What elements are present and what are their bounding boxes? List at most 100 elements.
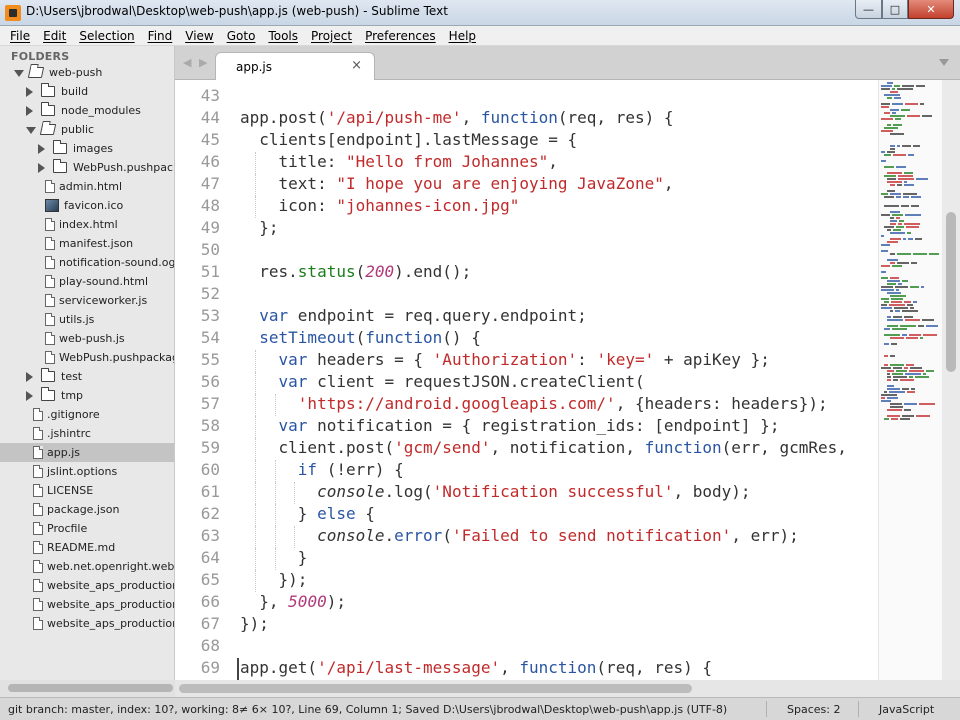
minimap-line	[884, 364, 888, 366]
sidebar-item-build[interactable]: build	[0, 82, 174, 101]
sidebar-item-webpush-pushpackage[interactable]: WebPush.pushpackage	[0, 158, 174, 177]
sidebar-item-node-modules[interactable]: node_modules	[0, 101, 174, 120]
minimap-line	[881, 271, 886, 273]
vertical-scroll-thumb[interactable]	[946, 212, 956, 372]
sidebar-item-readme-md[interactable]: README.md	[0, 538, 174, 557]
sidebar-item-utils-js[interactable]: utils.js	[0, 310, 174, 329]
tab-close-icon[interactable]: ×	[351, 58, 362, 73]
expand-arrow-right-icon[interactable]	[26, 106, 33, 116]
sidebar-item-tmp[interactable]: tmp	[0, 386, 174, 405]
status-message: git branch: master, index: 10?, working:…	[8, 703, 728, 716]
indent-guide	[255, 570, 257, 592]
menu-tools[interactable]: Tools	[261, 29, 304, 43]
minimap-line	[904, 301, 911, 303]
code-line: }, 5000);	[240, 592, 346, 611]
sidebar-item-label: Procfile	[47, 522, 88, 535]
sidebar-item-manifest-json[interactable]: manifest.json	[0, 234, 174, 253]
sidebar-item-package-json[interactable]: package.json	[0, 500, 174, 519]
expand-arrow-down-icon[interactable]	[14, 70, 24, 77]
tab-dropdown-icon[interactable]	[939, 59, 949, 66]
sidebar-item-license[interactable]: LICENSE	[0, 481, 174, 500]
expand-arrow-right-icon[interactable]	[26, 391, 33, 401]
sidebar-item-webpush-pushpackage-zip[interactable]: WebPush.pushpackage.zip	[0, 348, 174, 367]
syntax-selector[interactable]: JavaScript	[879, 703, 934, 716]
sidebar-item-app-js[interactable]: app.js	[0, 443, 174, 462]
code-line: clients[endpoint].lastMessage = {	[240, 130, 578, 149]
sidebar-item-jshintrc[interactable]: .jshintrc	[0, 424, 174, 443]
window-controls: — □ ✕	[855, 0, 954, 20]
minimap-line	[904, 181, 907, 183]
minimap-line	[890, 355, 895, 357]
sidebar-item-jslint-options[interactable]: jslint.options	[0, 462, 174, 481]
editor-horizontal-scrollbar[interactable]	[175, 680, 960, 697]
folder-icon	[41, 387, 55, 401]
minimap[interactable]	[878, 80, 942, 680]
sidebar-item-label: LICENSE	[47, 484, 94, 497]
menu-goto[interactable]: Goto	[220, 29, 262, 43]
code-line: res.status(200).end();	[240, 262, 472, 281]
sidebar-item-website-aps-production-pem[interactable]: website_aps_production.pem	[0, 614, 174, 633]
expand-arrow-down-icon[interactable]	[26, 127, 36, 134]
tab-back-arrow-icon[interactable]: ◀	[183, 56, 191, 69]
code-line: 'https://android.googleapis.com/', {head…	[297, 394, 828, 413]
sidebar-item-gitignore[interactable]: .gitignore	[0, 405, 174, 424]
sidebar-item-website-aps-production-p12[interactable]: website_aps_production.p12	[0, 595, 174, 614]
menu-view[interactable]: View	[178, 29, 219, 43]
sidebar-item-notification-sound-ogg[interactable]: notification-sound.ogg	[0, 253, 174, 272]
expand-arrow-right-icon[interactable]	[38, 144, 45, 154]
minimap-line	[887, 376, 891, 378]
menu-edit[interactable]: Edit	[36, 29, 72, 43]
sidebar-scroll-thumb[interactable]	[8, 684, 173, 692]
minimap-line	[922, 319, 934, 321]
menu-preferences[interactable]: Preferences	[358, 29, 442, 43]
minimap-line	[897, 184, 902, 186]
tab-forward-arrow-icon[interactable]: ▶	[199, 56, 207, 69]
code-line: icon: "johannes-icon.jpg"	[240, 196, 520, 215]
minimap-line	[892, 88, 895, 90]
vertical-scrollbar[interactable]	[942, 80, 960, 680]
minimap-line	[904, 403, 917, 405]
minimap-line	[897, 262, 909, 264]
menu-selection[interactable]: Selection	[72, 29, 140, 43]
line-number: 48	[200, 196, 220, 215]
minimap-line	[893, 376, 907, 378]
expand-arrow-right-icon[interactable]	[38, 163, 45, 173]
sidebar-item-web-net-openright-webpush[interactable]: web.net.openright.webpush	[0, 557, 174, 576]
sidebar-item-play-sound-html[interactable]: play-sound.html	[0, 272, 174, 291]
sidebar-item-web-push-js[interactable]: web-push.js	[0, 329, 174, 348]
minimap-line	[915, 376, 929, 378]
minimap-line	[909, 334, 921, 336]
sidebar-item-admin-html[interactable]: admin.html	[0, 177, 174, 196]
file-icon	[45, 294, 55, 307]
menu-help[interactable]: Help	[442, 29, 482, 43]
menu-file[interactable]: File	[3, 29, 36, 43]
sidebar-item-website-aps-production-cer[interactable]: website_aps_production.cer	[0, 576, 174, 595]
menu-project[interactable]: Project	[304, 29, 358, 43]
maximize-button[interactable]: □	[882, 0, 908, 19]
minimap-line	[890, 193, 901, 195]
code-line: setTimeout(function() {	[259, 328, 481, 347]
sidebar-item-serviceworker-js[interactable]: serviceworker.js	[0, 291, 174, 310]
sidebar-item-favicon-ico[interactable]: favicon.ico	[0, 196, 174, 215]
minimize-button[interactable]: —	[855, 0, 882, 19]
code-editor[interactable]: 43 44 app.post('/api/push-me', function(r…	[175, 80, 878, 680]
sidebar-horizontal-scrollbar[interactable]	[0, 680, 175, 697]
tab-app-js[interactable]: app.js ×	[215, 52, 375, 80]
minimap-line	[892, 112, 896, 114]
expand-arrow-right-icon[interactable]	[26, 372, 33, 382]
line-number: 58	[200, 416, 220, 435]
menu-find[interactable]: Find	[141, 29, 179, 43]
indentation-setting[interactable]: Spaces: 2	[787, 703, 840, 716]
sidebar-item-public[interactable]: public	[0, 120, 174, 139]
sidebar-item-images[interactable]: images	[0, 139, 174, 158]
sidebar-item-test[interactable]: test	[0, 367, 174, 386]
editor-hscroll-thumb[interactable]	[179, 684, 692, 693]
minimap-line	[887, 283, 896, 285]
close-button[interactable]: ✕	[908, 0, 954, 19]
sidebar-item-index-html[interactable]: index.html	[0, 215, 174, 234]
minimap-line	[881, 103, 890, 105]
expand-arrow-right-icon[interactable]	[26, 87, 33, 97]
line-number: 54	[200, 328, 220, 347]
sidebar-item-procfile[interactable]: Procfile	[0, 519, 174, 538]
sidebar-item-web-push[interactable]: web-push	[0, 63, 174, 82]
